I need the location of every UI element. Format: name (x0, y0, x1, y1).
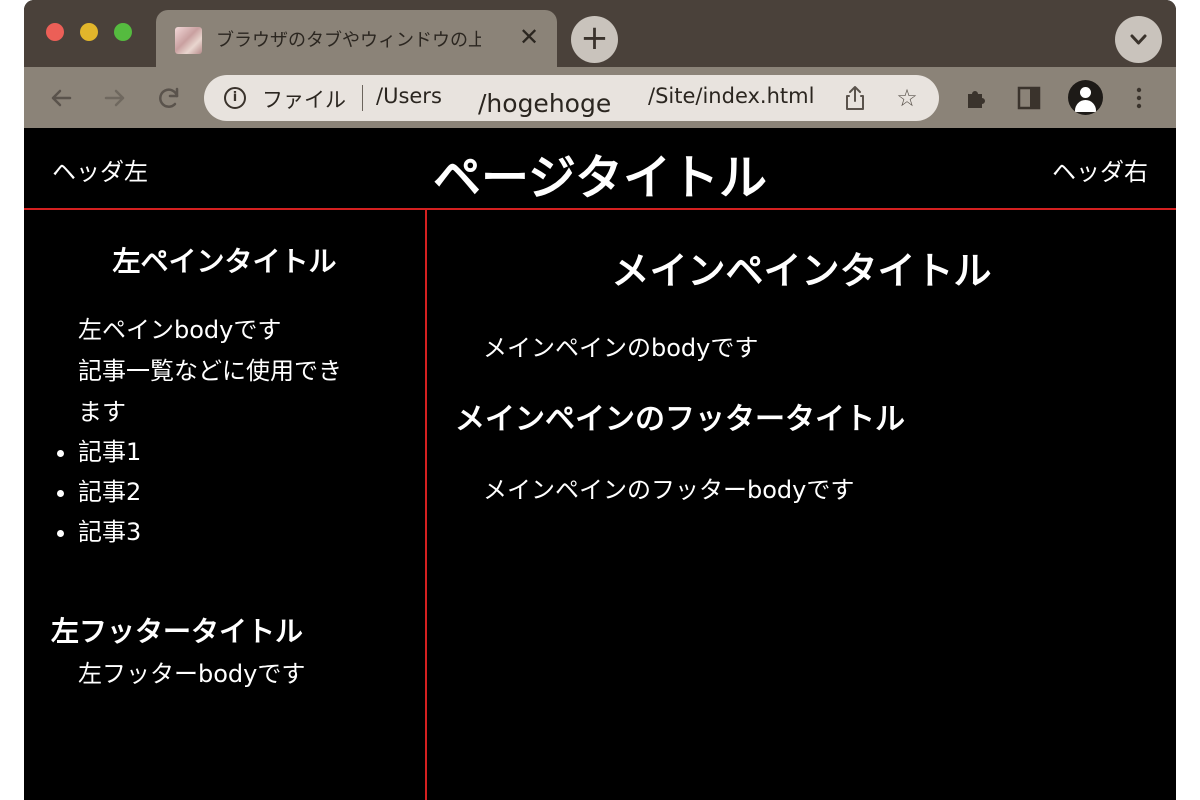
main-pane: メインペインタイトル メインペインのbodyです メインペインのフッタータイトル… (427, 210, 1176, 800)
left-pane-body-line: 左ペインbodyです (78, 316, 282, 344)
scheme-label: ファイル (262, 88, 346, 112)
tab-close-icon[interactable]: ✕ (516, 22, 542, 52)
list-item: 記事2 (78, 472, 141, 512)
star-icon[interactable]: ☆ (894, 83, 920, 113)
address-separator (362, 85, 363, 111)
extensions-icon[interactable] (962, 83, 992, 113)
url-username: /hogehoge (478, 89, 612, 118)
left-footer-title: 左フッタータイトル (51, 615, 304, 648)
main-footer-body: メインペインのフッターbodyです (483, 476, 855, 504)
forward-button[interactable] (100, 83, 130, 113)
browser-window: ブラウザのタブやウィンドウの上部 ✕ + i ファイル /Users /hoge… (24, 0, 1176, 800)
main-pane-title: メインペインタイトル (611, 249, 992, 293)
left-pane-title: 左ペインタイトル (112, 245, 337, 278)
info-icon[interactable]: i (224, 87, 246, 109)
browser-toolbar: i ファイル /Users /hogehoge /Site/index.html… (24, 67, 1176, 128)
left-footer-body: 左フッターbodyです (78, 660, 306, 688)
side-panel-icon[interactable] (1014, 83, 1044, 113)
tab-title: ブラウザのタブやウィンドウの上部 (216, 30, 481, 51)
back-button[interactable] (46, 83, 76, 113)
favicon-icon (175, 27, 202, 54)
title-bar: ブラウザのタブやウィンドウの上部 ✕ + (24, 0, 1176, 67)
new-tab-button[interactable]: + (571, 16, 618, 63)
left-pane-body-line: 記事一覧などに使用でき (78, 357, 342, 385)
left-pane-body-line: ます (78, 398, 126, 426)
browser-tab[interactable]: ブラウザのタブやウィンドウの上部 ✕ (156, 10, 557, 67)
forward-icon (104, 89, 125, 107)
list-item: 記事3 (78, 512, 141, 552)
profile-icon[interactable] (1068, 80, 1103, 115)
avatar-body (1075, 100, 1096, 112)
main-pane-body: メインペインのbodyです (483, 334, 759, 362)
main-footer-title: メインペインのフッタータイトル (455, 402, 905, 437)
chevron-down-icon (1130, 34, 1147, 45)
url-users: /Users (376, 84, 442, 108)
reload-button[interactable] (154, 83, 184, 113)
tab-search-button[interactable] (1115, 16, 1162, 63)
close-window-button[interactable] (46, 23, 64, 41)
url-path: /Site/index.html (648, 84, 815, 108)
back-icon (51, 89, 72, 107)
page-title: ページタイトル (432, 150, 768, 206)
menu-icon[interactable] (1124, 83, 1154, 113)
left-pane: 左ペインタイトル 左ペインbodyです 記事一覧などに使用でき ます 記事1 記… (24, 210, 427, 800)
reload-icon (159, 87, 179, 108)
header-right: ヘッダ右 (1052, 158, 1148, 186)
zoom-window-button[interactable] (114, 23, 132, 41)
minimize-window-button[interactable] (80, 23, 98, 41)
list-item: 記事1 (78, 432, 141, 472)
share-icon[interactable] (842, 83, 868, 113)
page-header: ヘッダ左 ページタイトル ヘッダ右 (24, 128, 1176, 210)
left-pane-body: 左ペインbodyです 記事一覧などに使用でき ます (78, 310, 378, 433)
article-list: 記事1 記事2 記事3 (54, 432, 141, 552)
address-bar[interactable]: i ファイル /Users /hogehoge /Site/index.html… (204, 75, 939, 121)
page-content: ヘッダ左 ページタイトル ヘッダ右 左ペインタイトル 左ペインbodyです 記事… (24, 128, 1176, 800)
avatar-head (1080, 87, 1091, 98)
